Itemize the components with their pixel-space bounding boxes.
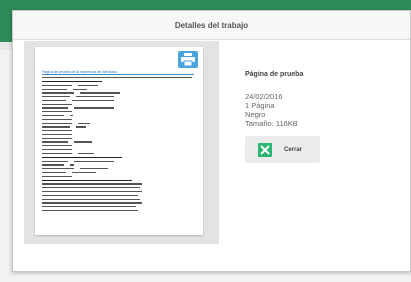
document-name: Página de prueba <box>245 71 304 78</box>
job-details-dialog: Detalles del trabajo Página de prueba de… <box>12 10 411 272</box>
dialog-body: Página de prueba de la impresora de Wind… <box>13 39 410 265</box>
close-icon <box>258 142 272 157</box>
preview-frame: Página de prueba de la impresora de Wind… <box>24 41 219 244</box>
dialog-title: Detalles del trabajo <box>174 20 249 30</box>
job-color: Negro <box>245 110 266 119</box>
printer-icon <box>178 51 198 68</box>
job-pages: 1 Página <box>245 101 275 110</box>
preview-rule <box>42 74 194 75</box>
preview-text-lines <box>42 77 202 214</box>
job-date: 24/02/2016 <box>245 92 283 101</box>
test-page-preview: Página de prueba de la impresora de Wind… <box>35 47 203 235</box>
job-size: Tamaño: 116KB <box>245 119 298 128</box>
dialog-header: Detalles del trabajo <box>13 11 410 40</box>
close-button-label: Cerrar <box>284 146 303 153</box>
close-button[interactable]: Cerrar <box>245 136 320 163</box>
job-details: Página de prueba 24/02/2016 1 Página Neg… <box>245 71 395 128</box>
